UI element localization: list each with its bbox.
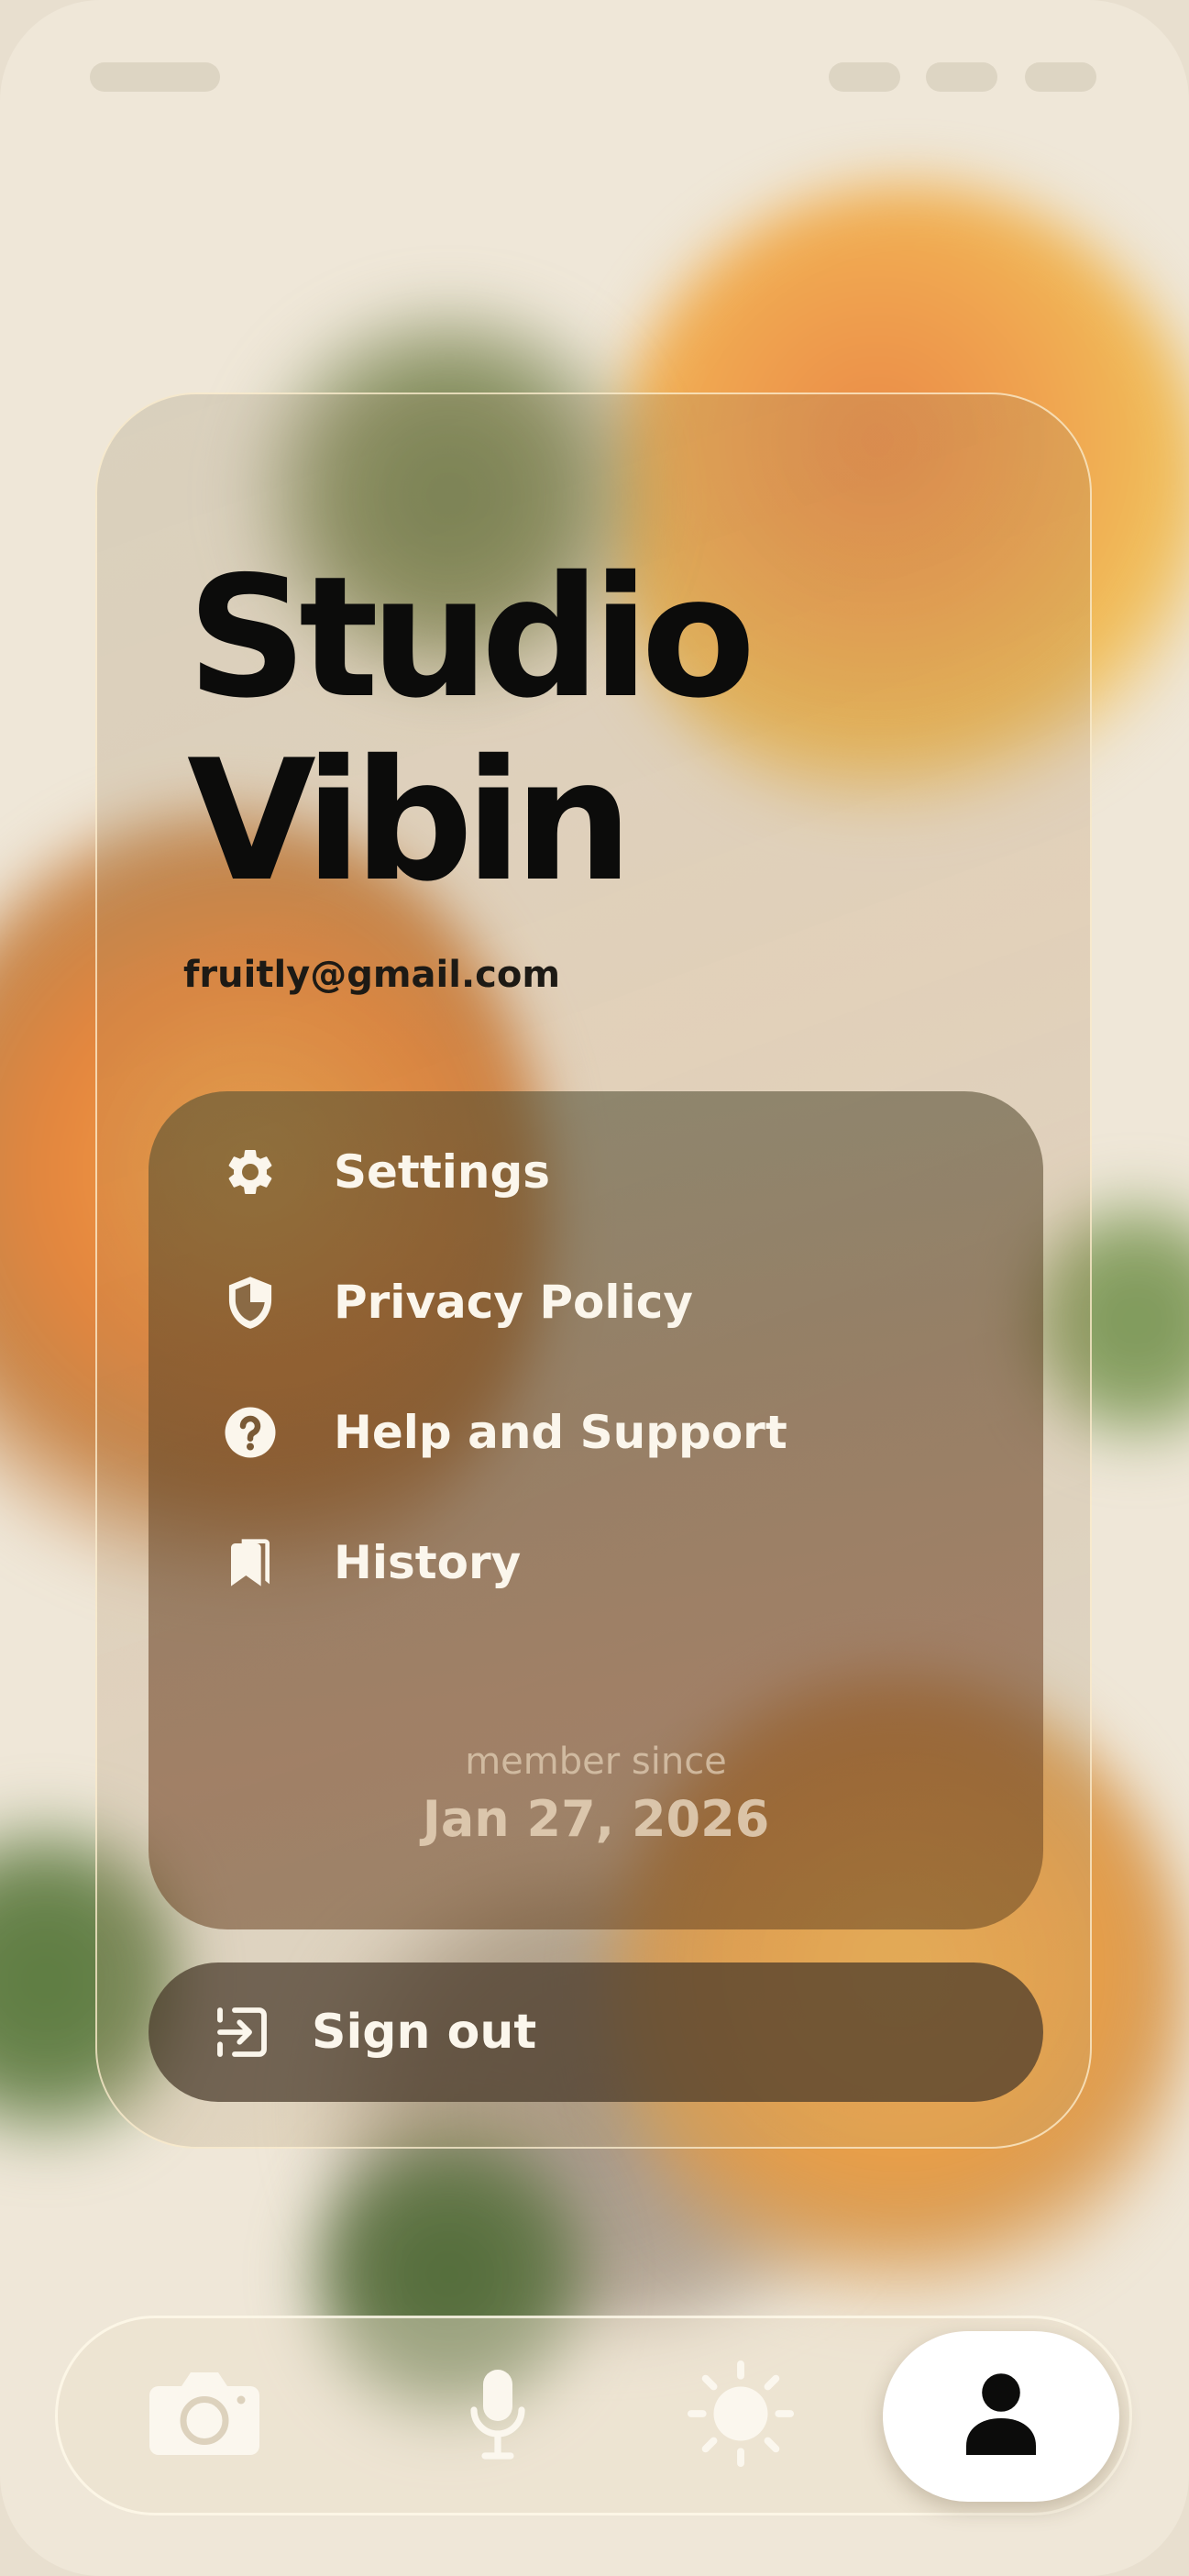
shield-icon <box>222 1274 279 1331</box>
sign-out-label: Sign out <box>312 2005 537 2060</box>
tab-camera[interactable] <box>113 2318 296 2513</box>
menu-item-help-and-support[interactable]: Help and Support <box>222 1396 787 1469</box>
status-bar-wifi <box>926 62 997 92</box>
tab-microphone[interactable] <box>406 2318 589 2513</box>
question-circle-icon <box>222 1404 279 1461</box>
sign-out-button[interactable]: Sign out <box>149 1962 1043 2102</box>
profile-name: Studio Vibin <box>187 540 755 918</box>
user-icon <box>964 2371 1038 2463</box>
menu-panel: Settings Privacy Policy Help and Support… <box>149 1091 1043 1929</box>
member-since-date: Jan 27, 2026 <box>422 1790 770 1848</box>
status-bar-battery <box>1025 62 1096 92</box>
menu-item-label: History <box>334 1536 522 1589</box>
phone-screen: Studio Vibin fruitly@gmail.com Settings <box>0 0 1189 2576</box>
menu-item-label: Help and Support <box>334 1406 787 1459</box>
gear-icon <box>222 1144 279 1200</box>
tab-profile[interactable] <box>883 2331 1119 2502</box>
member-since-label: member since <box>465 1741 727 1783</box>
profile-email: fruitly@gmail.com <box>183 954 561 996</box>
sign-out-icon <box>213 2003 271 2062</box>
menu-item-history[interactable]: History <box>222 1526 521 1599</box>
bookmarks-icon <box>222 1534 279 1591</box>
bottom-tab-bar <box>55 2316 1132 2515</box>
menu-item-label: Settings <box>334 1145 551 1199</box>
profile-name-line2: Vibin <box>187 724 633 918</box>
menu-item-privacy-policy[interactable]: Privacy Policy <box>222 1266 693 1339</box>
menu-item-settings[interactable]: Settings <box>222 1135 550 1209</box>
microphone-icon <box>468 2366 527 2466</box>
menu-item-label: Privacy Policy <box>334 1276 693 1329</box>
sun-icon <box>687 2360 795 2472</box>
profile-name-line1: Studio <box>187 540 755 735</box>
status-bar-time <box>90 62 220 92</box>
camera-icon <box>145 2368 264 2464</box>
status-bar-signal <box>829 62 900 92</box>
profile-card: Studio Vibin fruitly@gmail.com Settings <box>95 392 1092 2149</box>
tab-brightness[interactable] <box>635 2318 846 2513</box>
